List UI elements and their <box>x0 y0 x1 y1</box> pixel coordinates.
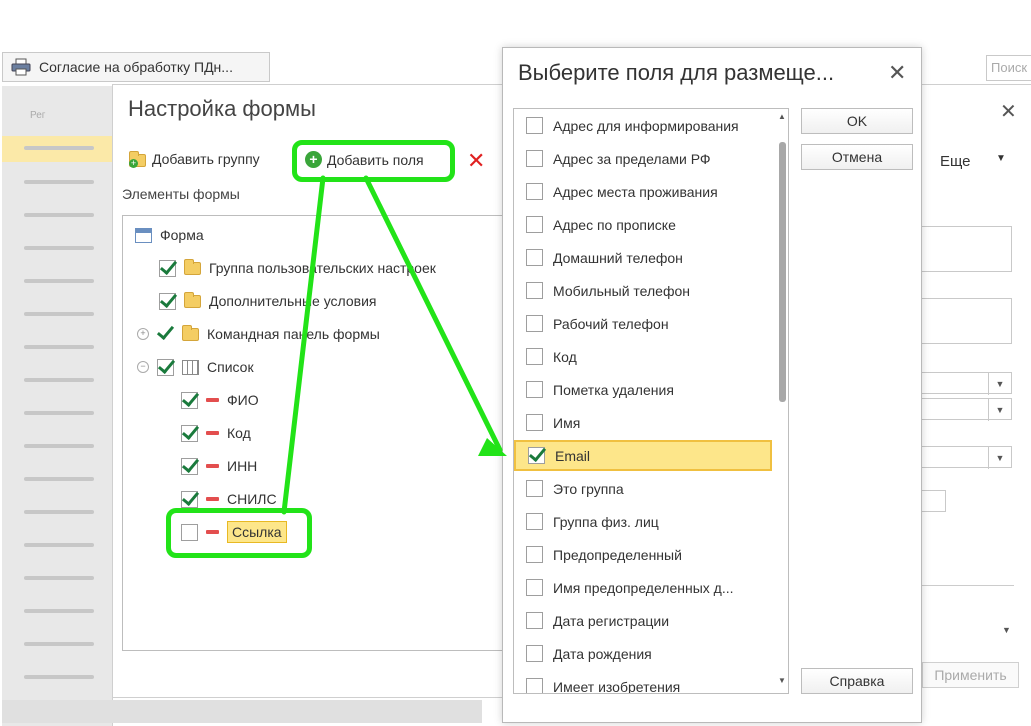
annotation-arrow-line <box>363 175 503 453</box>
annotation-arrows <box>281 175 507 515</box>
annotation-line <box>281 175 326 515</box>
arrow-head-icon <box>478 438 507 456</box>
